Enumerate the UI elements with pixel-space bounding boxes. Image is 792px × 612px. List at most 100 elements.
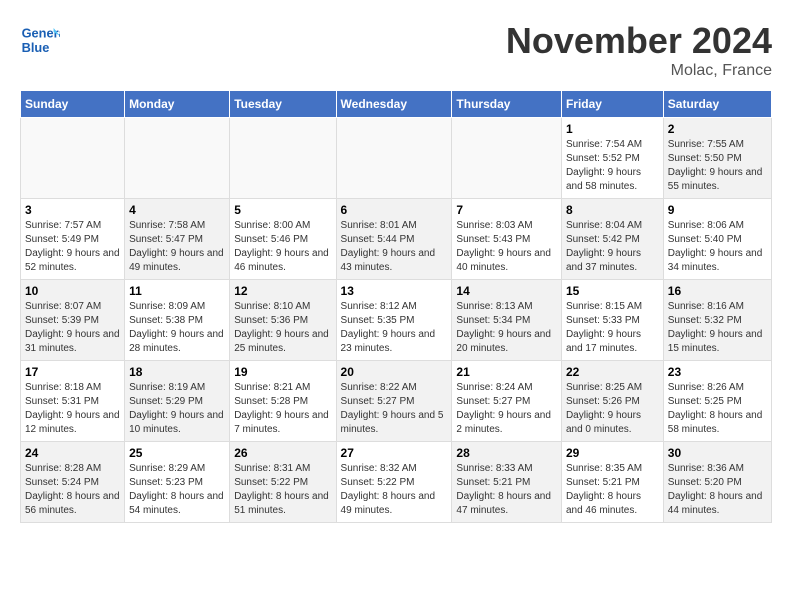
svg-text:Blue: Blue bbox=[22, 40, 50, 55]
calendar-table: SundayMondayTuesdayWednesdayThursdayFrid… bbox=[20, 90, 772, 523]
day-cell: 9 Sunrise: 8:06 AM Sunset: 5:40 PM Daylig… bbox=[663, 199, 771, 280]
day-cell: 25 Sunrise: 8:29 AM Sunset: 5:23 PM Dayli… bbox=[125, 442, 230, 523]
day-number: 29 bbox=[566, 446, 659, 460]
day-cell: 29Sunrise: 8:35 AM Sunset: 5:21 PM Dayli… bbox=[561, 442, 663, 523]
day-number: 2 bbox=[668, 122, 767, 136]
day-info: Sunrise: 8:19 AM Sunset: 5:29 PM Dayligh… bbox=[129, 381, 225, 437]
day-cell bbox=[21, 118, 125, 199]
day-info: Sunrise: 8:16 AM Sunset: 5:32 PM Dayligh… bbox=[668, 300, 767, 356]
day-info: Sunrise: 8:13 AM Sunset: 5:34 PM Dayligh… bbox=[456, 300, 557, 356]
day-cell: 18 Sunrise: 8:19 AM Sunset: 5:29 PM Dayli… bbox=[125, 361, 230, 442]
day-info: Sunrise: 7:57 AM Sunset: 5:49 PM Dayligh… bbox=[25, 219, 120, 275]
day-cell bbox=[230, 118, 336, 199]
day-cell: 14 Sunrise: 8:13 AM Sunset: 5:34 PM Dayli… bbox=[452, 280, 562, 361]
day-number: 11 bbox=[129, 284, 225, 298]
day-info: Sunrise: 8:29 AM Sunset: 5:23 PM Dayligh… bbox=[129, 462, 225, 518]
day-cell: 10 Sunrise: 8:07 AM Sunset: 5:39 PM Dayli… bbox=[21, 280, 125, 361]
day-number: 23 bbox=[668, 365, 767, 379]
day-info: Sunrise: 8:07 AM Sunset: 5:39 PM Dayligh… bbox=[25, 300, 120, 356]
day-number: 14 bbox=[456, 284, 557, 298]
day-cell: 28 Sunrise: 8:33 AM Sunset: 5:21 PM Dayli… bbox=[452, 442, 562, 523]
day-cell: 20 Sunrise: 8:22 AM Sunset: 5:27 PM Dayli… bbox=[336, 361, 452, 442]
day-info: Sunrise: 8:04 AM Sunset: 5:42 PM Dayligh… bbox=[566, 219, 659, 275]
day-number: 16 bbox=[668, 284, 767, 298]
day-number: 8 bbox=[566, 203, 659, 217]
day-number: 12 bbox=[234, 284, 331, 298]
logo: General Blue bbox=[20, 20, 64, 60]
week-row-4: 17Sunrise: 8:18 AM Sunset: 5:31 PM Dayli… bbox=[21, 361, 772, 442]
day-cell: 19 Sunrise: 8:21 AM Sunset: 5:28 PM Dayli… bbox=[230, 361, 336, 442]
day-number: 20 bbox=[341, 365, 448, 379]
day-number: 18 bbox=[129, 365, 225, 379]
location: Molac, France bbox=[506, 62, 772, 80]
week-row-3: 10 Sunrise: 8:07 AM Sunset: 5:39 PM Dayli… bbox=[21, 280, 772, 361]
day-cell: 15 Sunrise: 8:15 AM Sunset: 5:33 PM Dayli… bbox=[561, 280, 663, 361]
day-number: 27 bbox=[341, 446, 448, 460]
day-info: Sunrise: 8:01 AM Sunset: 5:44 PM Dayligh… bbox=[341, 219, 448, 275]
day-number: 26 bbox=[234, 446, 331, 460]
day-number: 10 bbox=[25, 284, 120, 298]
weekday-header-wednesday: Wednesday bbox=[336, 91, 452, 118]
day-info: Sunrise: 7:58 AM Sunset: 5:47 PM Dayligh… bbox=[129, 219, 225, 275]
day-cell: 3 Sunrise: 7:57 AM Sunset: 5:49 PM Daylig… bbox=[21, 199, 125, 280]
day-cell: 11 Sunrise: 8:09 AM Sunset: 5:38 PM Dayli… bbox=[125, 280, 230, 361]
day-info: Sunrise: 8:00 AM Sunset: 5:46 PM Dayligh… bbox=[234, 219, 331, 275]
weekday-header-thursday: Thursday bbox=[452, 91, 562, 118]
day-cell bbox=[125, 118, 230, 199]
day-number: 19 bbox=[234, 365, 331, 379]
day-cell: 23 Sunrise: 8:26 AM Sunset: 5:25 PM Dayli… bbox=[663, 361, 771, 442]
day-number: 3 bbox=[25, 203, 120, 217]
day-info: Sunrise: 8:03 AM Sunset: 5:43 PM Dayligh… bbox=[456, 219, 557, 275]
day-number: 7 bbox=[456, 203, 557, 217]
day-number: 6 bbox=[341, 203, 448, 217]
day-cell: 7 Sunrise: 8:03 AM Sunset: 5:43 PM Daylig… bbox=[452, 199, 562, 280]
day-number: 24 bbox=[25, 446, 120, 460]
day-info: Sunrise: 8:10 AM Sunset: 5:36 PM Dayligh… bbox=[234, 300, 331, 356]
day-cell: 6 Sunrise: 8:01 AM Sunset: 5:44 PM Daylig… bbox=[336, 199, 452, 280]
weekday-header-tuesday: Tuesday bbox=[230, 91, 336, 118]
day-info: Sunrise: 8:32 AM Sunset: 5:22 PM Dayligh… bbox=[341, 462, 448, 518]
day-info: Sunrise: 8:21 AM Sunset: 5:28 PM Dayligh… bbox=[234, 381, 331, 437]
day-cell: 21Sunrise: 8:24 AM Sunset: 5:27 PM Dayli… bbox=[452, 361, 562, 442]
day-info: Sunrise: 7:55 AM Sunset: 5:50 PM Dayligh… bbox=[668, 138, 767, 194]
day-cell: 16 Sunrise: 8:16 AM Sunset: 5:32 PM Dayli… bbox=[663, 280, 771, 361]
weekday-header-sunday: Sunday bbox=[21, 91, 125, 118]
day-number: 30 bbox=[668, 446, 767, 460]
day-cell: 30 Sunrise: 8:36 AM Sunset: 5:20 PM Dayli… bbox=[663, 442, 771, 523]
day-number: 1 bbox=[566, 122, 659, 136]
day-cell: 8 Sunrise: 8:04 AM Sunset: 5:42 PM Daylig… bbox=[561, 199, 663, 280]
day-cell: 17Sunrise: 8:18 AM Sunset: 5:31 PM Dayli… bbox=[21, 361, 125, 442]
day-info: Sunrise: 8:15 AM Sunset: 5:33 PM Dayligh… bbox=[566, 300, 659, 356]
day-cell: 1 Sunrise: 7:54 AM Sunset: 5:52 PM Daylig… bbox=[561, 118, 663, 199]
day-info: Sunrise: 8:25 AM Sunset: 5:26 PM Dayligh… bbox=[566, 381, 659, 437]
day-number: 9 bbox=[668, 203, 767, 217]
day-cell: 27 Sunrise: 8:32 AM Sunset: 5:22 PM Dayli… bbox=[336, 442, 452, 523]
day-number: 4 bbox=[129, 203, 225, 217]
day-number: 28 bbox=[456, 446, 557, 460]
day-cell bbox=[336, 118, 452, 199]
day-info: Sunrise: 8:36 AM Sunset: 5:20 PM Dayligh… bbox=[668, 462, 767, 518]
day-number: 13 bbox=[341, 284, 448, 298]
day-info: Sunrise: 8:12 AM Sunset: 5:35 PM Dayligh… bbox=[341, 300, 448, 356]
day-info: Sunrise: 8:22 AM Sunset: 5:27 PM Dayligh… bbox=[341, 381, 448, 437]
day-info: Sunrise: 8:06 AM Sunset: 5:40 PM Dayligh… bbox=[668, 219, 767, 275]
day-cell: 2 Sunrise: 7:55 AM Sunset: 5:50 PM Daylig… bbox=[663, 118, 771, 199]
day-cell: 12 Sunrise: 8:10 AM Sunset: 5:36 PM Dayli… bbox=[230, 280, 336, 361]
day-info: Sunrise: 8:09 AM Sunset: 5:38 PM Dayligh… bbox=[129, 300, 225, 356]
day-cell: 5 Sunrise: 8:00 AM Sunset: 5:46 PM Daylig… bbox=[230, 199, 336, 280]
day-number: 17 bbox=[25, 365, 120, 379]
day-number: 5 bbox=[234, 203, 331, 217]
day-cell bbox=[452, 118, 562, 199]
day-info: Sunrise: 8:31 AM Sunset: 5:22 PM Dayligh… bbox=[234, 462, 331, 518]
day-number: 25 bbox=[129, 446, 225, 460]
week-row-5: 24Sunrise: 8:28 AM Sunset: 5:24 PM Dayli… bbox=[21, 442, 772, 523]
day-info: Sunrise: 8:26 AM Sunset: 5:25 PM Dayligh… bbox=[668, 381, 767, 437]
title-area: November 2024 Molac, France bbox=[506, 20, 772, 80]
day-info: Sunrise: 7:54 AM Sunset: 5:52 PM Dayligh… bbox=[566, 138, 659, 194]
day-number: 22 bbox=[566, 365, 659, 379]
day-info: Sunrise: 8:24 AM Sunset: 5:27 PM Dayligh… bbox=[456, 381, 557, 437]
week-row-2: 3 Sunrise: 7:57 AM Sunset: 5:49 PM Daylig… bbox=[21, 199, 772, 280]
day-number: 15 bbox=[566, 284, 659, 298]
day-info: Sunrise: 8:33 AM Sunset: 5:21 PM Dayligh… bbox=[456, 462, 557, 518]
header-row: SundayMondayTuesdayWednesdayThursdayFrid… bbox=[21, 91, 772, 118]
